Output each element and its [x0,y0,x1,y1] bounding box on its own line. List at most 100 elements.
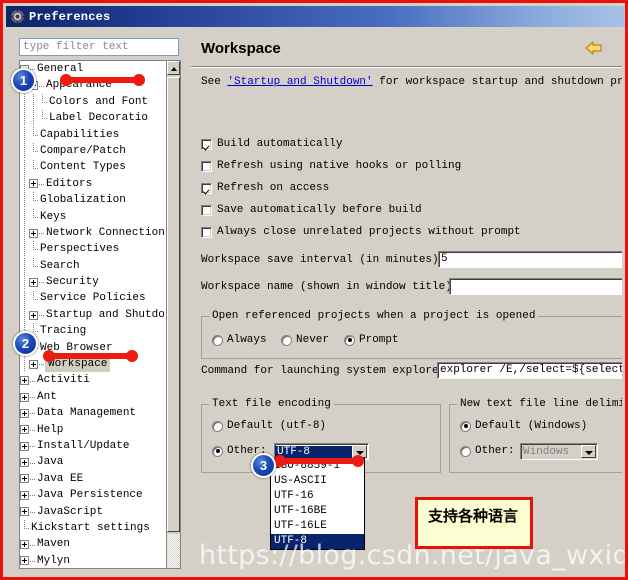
tree-toggle-expand-icon[interactable] [20,490,29,500]
delimiter-combo[interactable]: Windows [520,443,598,460]
checkbox-indicator[interactable] [201,160,212,172]
checkbox-indicator[interactable] [201,204,212,216]
checkbox-label: Build automatically [217,138,343,150]
checkbox-indicator[interactable] [201,182,212,194]
sidebar-item-label: Colors and Font [49,95,149,108]
delimiter-other-indicator[interactable] [460,445,471,457]
sidebar-item-ant[interactable]: Ant [20,389,166,405]
sidebar-item-search[interactable]: Search [20,257,166,274]
tree-toggle-expand-icon[interactable] [20,474,29,484]
checkbox-always-close-unrelated-projects-without-prompt[interactable]: Always close unrelated projects without … [201,226,521,238]
dropdown-option[interactable]: UTF-16LE [271,519,364,534]
save-interval-input[interactable]: 5 [438,251,622,268]
checkbox-indicator[interactable] [201,138,212,150]
radio-never[interactable]: Never [281,334,329,346]
dropdown-option[interactable]: US-ASCII [271,474,364,489]
sidebar-item-network-connection[interactable]: Network Connection [20,225,166,242]
sidebar-item-keys[interactable]: Keys [20,208,166,225]
sidebar-item-label: Java [37,456,64,469]
sidebar-item-help[interactable]: Help [20,422,166,438]
dropdown-option[interactable]: UTF-16 [271,489,364,504]
tree-toggle-expand-icon[interactable] [29,359,38,369]
sidebar-item-colors-and-font[interactable]: Colors and Font [20,93,166,110]
radio-always-indicator[interactable] [212,334,223,346]
explorer-command-label: Command for launching system explorer: [201,365,452,377]
workspace-name-input[interactable] [449,278,622,295]
tree-toggle-expand-icon[interactable] [20,507,29,517]
checkbox-indicator[interactable] [201,226,212,238]
sidebar-item-activiti[interactable]: Activiti [20,372,166,388]
tree-toggle-expand-icon[interactable] [29,179,38,189]
sidebar-item-kickstart-settings[interactable]: Kickstart settings [20,520,166,536]
radio-never-indicator[interactable] [281,334,292,346]
delimiter-other-radio[interactable]: Other: [460,445,515,457]
sidebar-item-mylyn[interactable]: Mylyn [20,553,166,568]
sidebar-item-security[interactable]: Security [20,274,166,291]
sidebar-item-java[interactable]: Java [20,454,166,470]
dropdown-option[interactable]: UTF-16BE [271,504,364,519]
tree-toggle-expand-icon[interactable] [20,540,29,550]
preferences-tree-list[interactable]: General Appearance Colors and Font Label De… [20,61,166,568]
save-interval-label: Workspace save interval (in minutes): [201,254,446,266]
encoding-default-radio[interactable]: Default (utf-8) [212,420,326,432]
tree-guide-leaf [29,290,39,307]
sidebar-item-data-management[interactable]: Data Management [20,405,166,421]
radio-prompt[interactable]: Prompt [344,334,399,346]
radio-always[interactable]: Always [212,334,267,346]
text-file-encoding-legend: Text file encoding [209,398,334,410]
checkbox-save-automatically-before-build[interactable]: Save automatically before build [201,204,422,216]
sidebar-item-general[interactable]: General [20,61,166,77]
sidebar-item-editors[interactable]: Editors [20,175,166,192]
tree-guide [20,274,29,291]
tree-guide-dash [30,537,36,553]
radio-prompt-indicator[interactable] [344,334,355,346]
encoding-dropdown-list[interactable]: ISO-8859-1 US-ASCII UTF-16 UTF-16BE UTF-16LE… [270,458,365,550]
preferences-tree[interactable]: General Appearance Colors and Font Label De… [19,60,181,569]
tree-toggle-expand-icon[interactable] [20,458,29,468]
tree-vertical-scrollbar[interactable] [166,61,180,568]
chevron-down-icon[interactable] [581,445,596,458]
startup-and-shutdown-link[interactable]: 'Startup and Shutdown' [227,76,372,88]
delimiter-default-indicator[interactable] [460,420,471,432]
sidebar-item-maven[interactable]: Maven [20,536,166,552]
tree-toggle-expand-icon[interactable] [20,408,29,418]
tree-toggle-expand-icon[interactable] [29,310,38,320]
encoding-default-indicator[interactable] [212,420,223,432]
tree-toggle-expand-icon[interactable] [29,277,38,287]
tree-toggle-expand-icon[interactable] [20,425,29,435]
checkbox-build-automatically[interactable]: Build automatically [201,138,342,150]
scroll-track[interactable] [167,534,180,568]
sidebar-item-capabilities[interactable]: Capabilities [20,126,166,143]
sidebar-item-startup-and-shutdo[interactable]: Startup and Shutdo [20,307,166,324]
tree-toggle-expand-icon[interactable] [29,228,38,238]
sidebar-item-javascript[interactable]: JavaScript [20,504,166,520]
back-arrow-icon[interactable] [584,40,604,56]
sidebar-item-label: JavaScript [37,505,104,518]
tree-toggle-expand-icon[interactable] [20,441,29,451]
delimiter-default-radio[interactable]: Default (Windows) [460,420,587,432]
tree-guide [20,192,29,209]
sidebar-item-service-policies[interactable]: Service Policies [20,290,166,307]
sidebar-item-globalization[interactable]: Globalization [20,192,166,209]
sidebar-item-perspectives[interactable]: Perspectives [20,241,166,258]
sidebar-item-java-persistence[interactable]: Java Persistence [20,487,166,503]
tree-toggle-expand-icon[interactable] [20,376,29,386]
scroll-thumb[interactable] [167,77,180,532]
sidebar-item-content-types[interactable]: Content Types [20,159,166,176]
tree-toggle-expand-icon[interactable] [20,392,29,402]
tree-guide-dash [39,274,45,290]
scroll-up-arrow-icon[interactable] [167,61,180,75]
sidebar-item-label-decoratio[interactable]: Label Decoratio [20,110,166,127]
sidebar-item-tracing[interactable]: Tracing [20,323,166,340]
sidebar-item-label: Activiti [37,374,90,387]
sidebar-item-compare-patch[interactable]: Compare/Patch [20,143,166,160]
encoding-other-indicator[interactable] [212,445,223,457]
explorer-command-input[interactable]: explorer /E,/select=${selecte [437,362,622,379]
sidebar-item-install-update[interactable]: Install/Update [20,438,166,454]
checkbox-refresh-using-native-hooks-or-polling[interactable]: Refresh using native hooks or polling [201,160,461,172]
sidebar-item-java-ee[interactable]: Java EE [20,471,166,487]
filter-input[interactable]: type filter text [19,38,179,56]
sidebar-item-label: Java Persistence [37,489,143,502]
tree-toggle-expand-icon[interactable] [20,556,29,566]
checkbox-refresh-on-access[interactable]: Refresh on access [201,182,329,194]
